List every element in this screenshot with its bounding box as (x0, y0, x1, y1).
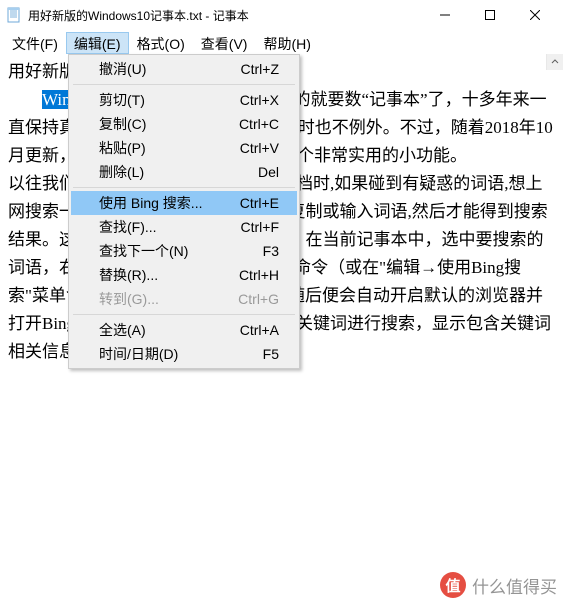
watermark: 值 什么值得买 (440, 572, 557, 598)
menu-format[interactable]: 格式(O) (129, 32, 193, 54)
minimize-button[interactable] (422, 0, 467, 30)
watermark-text: 什么值得买 (472, 573, 557, 598)
dropdown-item[interactable]: 撤消(U)Ctrl+Z (71, 57, 297, 81)
dropdown-item-shortcut: Ctrl+A (240, 322, 279, 338)
dropdown-item-label: 查找下一个(N) (99, 241, 263, 261)
maximize-button[interactable] (467, 0, 512, 30)
dropdown-item-shortcut: Ctrl+C (239, 116, 279, 132)
watermark-icon: 值 (440, 572, 466, 598)
dropdown-item-label: 剪切(T) (99, 90, 240, 110)
edit-dropdown: 撤消(U)Ctrl+Z剪切(T)Ctrl+X复制(C)Ctrl+C粘贴(P)Ct… (68, 54, 300, 369)
dropdown-item-shortcut: Ctrl+X (240, 92, 279, 108)
dropdown-item[interactable]: 使用 Bing 搜索...Ctrl+E (71, 191, 297, 215)
dropdown-separator (73, 187, 295, 188)
close-button[interactable] (512, 0, 557, 30)
dropdown-item-label: 转到(G)... (99, 289, 238, 309)
dropdown-item-label: 时间/日期(D) (99, 344, 263, 364)
scroll-up-icon[interactable] (547, 54, 563, 70)
dropdown-item-label: 全选(A) (99, 320, 240, 340)
dropdown-item: 转到(G)...Ctrl+G (71, 287, 297, 311)
title-bar: 用好新版的Windows10记事本.txt - 记事本 (0, 0, 563, 30)
dropdown-item-shortcut: F5 (263, 346, 279, 362)
menu-view[interactable]: 查看(V) (193, 32, 256, 54)
menu-format-label: 格式(O) (137, 36, 185, 52)
dropdown-item-shortcut: Ctrl+E (240, 195, 279, 211)
dropdown-item-label: 复制(C) (99, 114, 239, 134)
dropdown-item-shortcut: Ctrl+F (241, 219, 280, 235)
menu-edit-label: 编辑(E) (74, 36, 121, 52)
dropdown-item-label: 删除(L) (99, 162, 258, 182)
dropdown-item[interactable]: 全选(A)Ctrl+A (71, 318, 297, 342)
dropdown-item-shortcut: Ctrl+V (240, 140, 279, 156)
dropdown-item[interactable]: 复制(C)Ctrl+C (71, 112, 297, 136)
dropdown-item-label: 使用 Bing 搜索... (99, 193, 240, 213)
dropdown-separator (73, 84, 295, 85)
dropdown-item[interactable]: 时间/日期(D)F5 (71, 342, 297, 366)
dropdown-item-label: 查找(F)... (99, 217, 241, 237)
dropdown-item-shortcut: F3 (263, 243, 279, 259)
dropdown-item[interactable]: 查找(F)...Ctrl+F (71, 215, 297, 239)
dropdown-item[interactable]: 粘贴(P)Ctrl+V (71, 136, 297, 160)
notepad-icon (6, 7, 22, 23)
dropdown-item[interactable]: 剪切(T)Ctrl+X (71, 88, 297, 112)
dropdown-separator (73, 314, 295, 315)
dropdown-item-shortcut: Ctrl+Z (241, 61, 280, 77)
dropdown-item[interactable]: 替换(R)...Ctrl+H (71, 263, 297, 287)
vertical-scrollbar[interactable] (546, 54, 563, 70)
menu-file[interactable]: 文件(F) (4, 32, 66, 54)
dropdown-item[interactable]: 删除(L)Del (71, 160, 297, 184)
dropdown-item-shortcut: Ctrl+G (238, 291, 279, 307)
menu-file-label: 文件(F) (12, 36, 58, 52)
menu-help-label: 帮助(H) (263, 36, 310, 52)
menu-view-label: 查看(V) (201, 36, 248, 52)
window-title: 用好新版的Windows10记事本.txt - 记事本 (28, 7, 422, 24)
dropdown-item-label: 替换(R)... (99, 265, 239, 285)
dropdown-item-shortcut: Del (258, 164, 279, 180)
menu-bar: 文件(F) 编辑(E) 格式(O) 查看(V) 帮助(H) (0, 30, 563, 54)
dropdown-item-shortcut: Ctrl+H (239, 267, 279, 283)
dropdown-item-label: 撤消(U) (99, 59, 241, 79)
dropdown-item[interactable]: 查找下一个(N)F3 (71, 239, 297, 263)
menu-help[interactable]: 帮助(H) (255, 32, 318, 54)
menu-edit[interactable]: 编辑(E) (66, 32, 129, 54)
dropdown-item-label: 粘贴(P) (99, 138, 240, 158)
